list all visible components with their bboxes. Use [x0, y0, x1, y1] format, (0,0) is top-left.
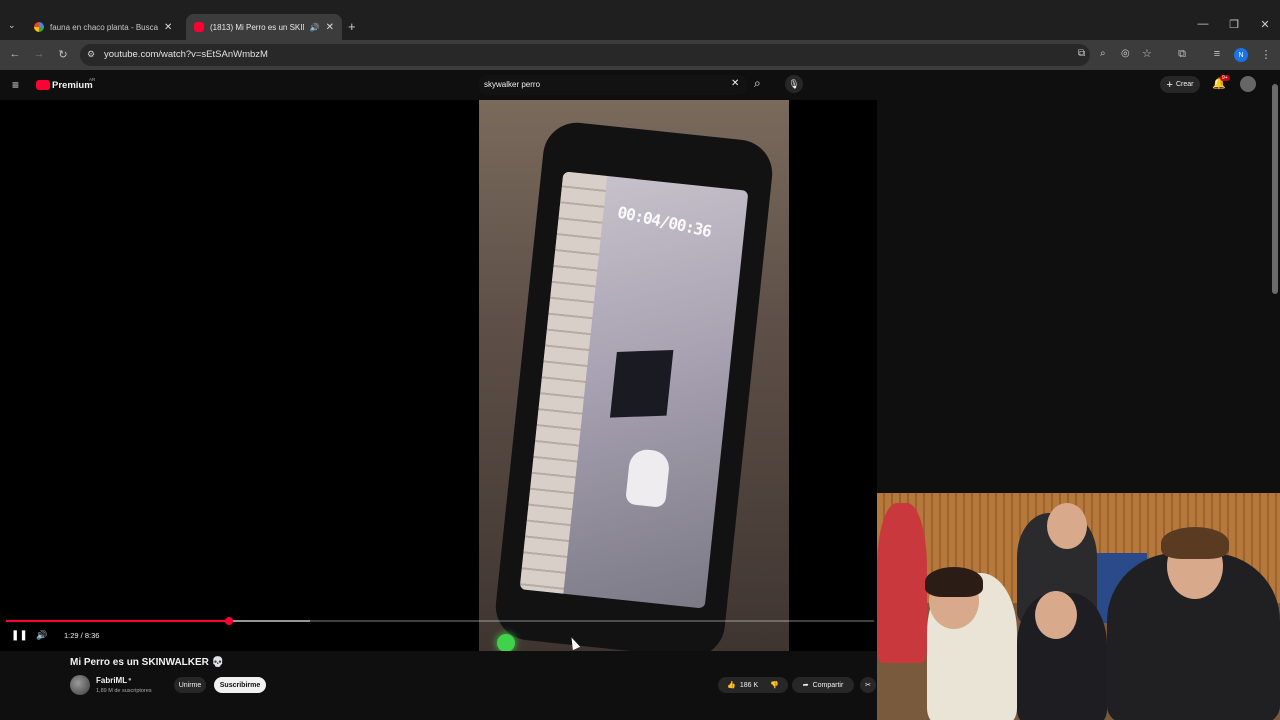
hair — [1161, 527, 1229, 559]
webcam-overlay — [877, 493, 1280, 720]
video-title: Mi Perro es un SKINWALKER 💀 — [70, 657, 225, 668]
tab-search-icon[interactable]: ⌄ — [8, 20, 16, 31]
phone-screen: 00:04/00:36 — [519, 171, 749, 609]
browser-toolbar: ← → ↻ ⚙ youtube.com/watch?v=sEtSAnWmbzM … — [0, 40, 1280, 70]
plus-icon: + — [1166, 78, 1173, 91]
youtube-premium-logo[interactable]: Premium — [52, 80, 93, 91]
notifications-badge: 9+ — [1220, 75, 1230, 81]
brick-wall — [519, 171, 608, 594]
voice-search-icon[interactable]: 🎙 — [785, 75, 803, 93]
back-icon[interactable]: ← — [7, 48, 23, 60]
share-label: Compartir — [812, 681, 844, 689]
clear-search-icon[interactable]: ✕ — [731, 78, 739, 89]
create-button[interactable]: + Crear — [1160, 76, 1200, 93]
join-label: Unirme — [178, 681, 202, 689]
audio-playing-icon[interactable]: 🔊 — [310, 23, 320, 32]
hair — [925, 567, 983, 597]
subscribe-button[interactable]: Suscribirme — [214, 677, 266, 693]
close-tab-icon[interactable]: ✕ — [164, 22, 172, 33]
tracking-protection-icon[interactable]: ◎ — [1121, 48, 1130, 59]
time-display: 1:29 / 8:36 — [64, 631, 100, 640]
clip-button[interactable]: ✂ — [860, 677, 876, 693]
video-frame: 00:04/00:36 — [479, 100, 789, 651]
search-box[interactable]: skywalker perro ✕ — [478, 75, 748, 95]
channel-avatar[interactable] — [70, 675, 90, 695]
youtube-icon — [194, 22, 204, 32]
zoom-icon[interactable]: ⌕ — [1100, 48, 1106, 59]
progress-scrubber[interactable] — [224, 617, 233, 625]
youtube-header: ≡ Premium AR skywalker perro ✕ ⌕ 🎙 + Cre… — [0, 70, 1280, 100]
tab-google-search[interactable]: fauna en chaco planta - Buscar ✕ — [26, 14, 184, 40]
green-light — [497, 634, 515, 651]
video-overlay-timer: 00:04/00:36 — [615, 202, 713, 241]
profile-avatar[interactable]: N — [1234, 48, 1248, 62]
person-red-shirt — [877, 503, 927, 663]
bookmark-star-icon[interactable]: ☆ — [1142, 47, 1152, 60]
phone-in-video: 00:04/00:36 — [492, 119, 776, 651]
chrome-menu-icon[interactable]: ⋮ — [1258, 48, 1274, 61]
tab-title: (1813) Mi Perro es un SKINWALKER — [210, 22, 304, 32]
url-text[interactable]: youtube.com/watch?v=sEtSAnWmbzM — [104, 49, 268, 60]
video-player[interactable]: 00:04/00:36 ❚❚ 🔊 1:29 / 8:36 — [0, 100, 877, 651]
restore-button[interactable]: ❐ — [1219, 18, 1249, 31]
share-icon: ➦ — [802, 682, 809, 689]
forward-icon[interactable]: → — [31, 48, 47, 60]
video-info: Mi Perro es un SKINWALKER 💀 FabriML ● 1,… — [0, 651, 877, 720]
share-button[interactable]: ➦ Compartir — [792, 677, 854, 693]
head — [1047, 503, 1087, 549]
extensions-icon[interactable]: ⧉ — [1174, 48, 1190, 61]
join-button[interactable]: Unirme — [174, 677, 206, 693]
volume-icon[interactable]: 🔊 — [36, 630, 47, 641]
tab-title: fauna en chaco planta - Buscar — [50, 22, 158, 32]
channel-name[interactable]: FabriML — [96, 676, 127, 685]
account-avatar[interactable] — [1240, 76, 1256, 92]
like-count[interactable]: 186 K — [740, 682, 758, 689]
reload-icon[interactable]: ↻ — [55, 48, 71, 61]
scissors-icon: ✂ — [865, 682, 871, 689]
dog — [625, 447, 671, 508]
television — [609, 349, 674, 418]
menu-icon[interactable]: ≡ — [12, 78, 19, 92]
verified-icon: ● — [128, 677, 132, 683]
like-icon[interactable]: 👍 — [727, 681, 736, 689]
minimize-button[interactable]: — — [1188, 18, 1218, 30]
head — [1035, 591, 1077, 639]
close-tab-icon[interactable]: ✕ — [326, 22, 334, 33]
search-icon[interactable]: ⌕ — [754, 76, 761, 91]
region-code: AR — [89, 77, 96, 82]
search-input[interactable]: skywalker perro — [484, 80, 540, 89]
google-icon — [34, 22, 44, 32]
address-bar[interactable]: ⚙ youtube.com/watch?v=sEtSAnWmbzM ⧉ ⌕ ◎ … — [80, 44, 1152, 66]
youtube-logo-icon[interactable] — [36, 80, 50, 90]
tab-youtube-video[interactable]: (1813) Mi Perro es un SKINWALKER 🔊 ✕ — [186, 14, 342, 40]
create-label: Crear — [1175, 81, 1194, 88]
close-window-button[interactable]: ✕ — [1250, 18, 1280, 31]
subscriber-count: 1,89 M de suscriptores — [96, 688, 152, 694]
subscribe-label: Suscribirme — [219, 681, 261, 689]
dislike-icon[interactable]: 👎 — [770, 681, 779, 689]
progress-played — [6, 620, 229, 622]
browser-tab-strip: ⌄ fauna en chaco planta - Buscar ✕ (1813… — [0, 0, 1280, 40]
progress-bar[interactable] — [6, 617, 874, 625]
page-scrollbar[interactable] — [1272, 84, 1278, 294]
tab-search-icon[interactable]: ≡ — [1209, 48, 1225, 60]
pause-button[interactable]: ❚❚ — [11, 630, 28, 641]
like-dislike-group: 👍 186 K 👎 — [718, 677, 788, 693]
install-app-icon[interactable]: ⧉ — [1078, 48, 1085, 59]
new-tab-button[interactable]: + — [348, 19, 356, 34]
site-info-icon[interactable]: ⚙ — [87, 49, 95, 60]
